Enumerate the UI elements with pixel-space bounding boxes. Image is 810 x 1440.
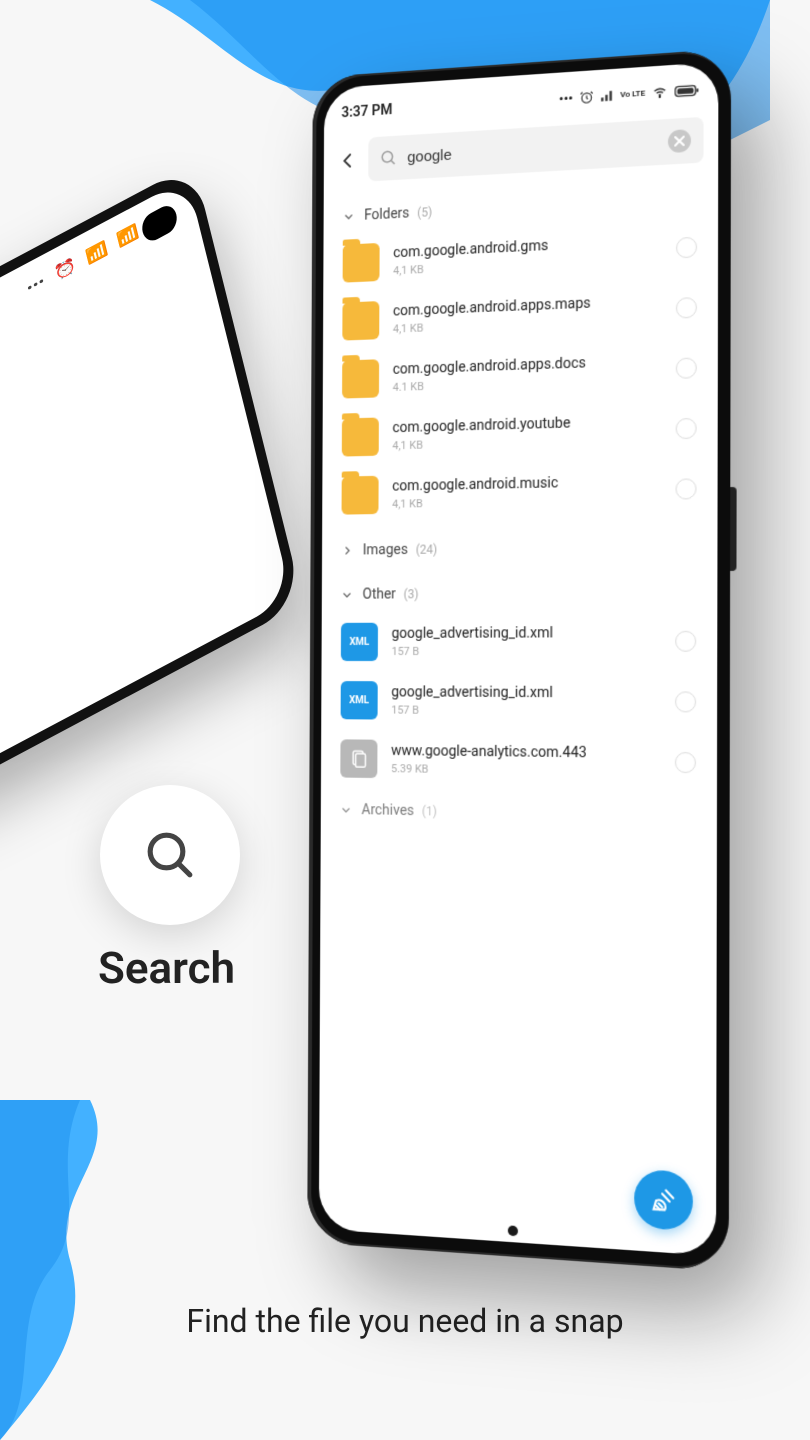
select-radio[interactable] bbox=[676, 237, 697, 259]
section-label: Folders bbox=[364, 205, 409, 223]
xml-icon: XML bbox=[341, 681, 378, 719]
promo-tagline: Find the file you need in a snap bbox=[0, 1302, 810, 1340]
item-name: com.google.android.music bbox=[392, 473, 661, 495]
document-icon bbox=[340, 739, 377, 778]
primary-phone-mockup: 3:37 PM ••• Vo LTE bbox=[307, 48, 731, 1271]
chevron-left-icon bbox=[339, 151, 356, 170]
more-icon: ••• bbox=[559, 91, 573, 107]
status-time: 3:37 PM bbox=[341, 102, 392, 121]
section-count: (1) bbox=[422, 804, 437, 818]
select-radio[interactable] bbox=[675, 752, 696, 773]
item-size: 4,1 KB bbox=[392, 432, 661, 452]
section-header-archives[interactable]: Archives (1) bbox=[321, 787, 717, 835]
search-icon bbox=[380, 149, 398, 168]
folder-item[interactable]: com.google.android.music 4,1 KB bbox=[322, 458, 717, 525]
secondary-phone-mockup: •••⏰📶📶 Mi Drop bbox=[0, 163, 303, 857]
search-promo-label: Search bbox=[98, 942, 235, 994]
status-bar-secondary: •••⏰📶📶 bbox=[25, 223, 141, 298]
item-name: google_advertising_id.xml bbox=[392, 625, 661, 642]
chevron-right-icon bbox=[341, 545, 355, 557]
clear-search-button[interactable] bbox=[668, 129, 691, 153]
select-radio[interactable] bbox=[676, 357, 697, 379]
folder-icon bbox=[342, 359, 379, 398]
item-size: 157 B bbox=[392, 644, 661, 658]
xml-icon: XML bbox=[341, 623, 378, 661]
select-radio[interactable] bbox=[676, 297, 697, 319]
alarm-icon bbox=[579, 90, 593, 105]
select-radio[interactable] bbox=[676, 418, 697, 439]
signal-icon bbox=[600, 88, 614, 103]
power-button bbox=[730, 487, 737, 571]
front-camera bbox=[508, 1225, 518, 1236]
chevron-down-icon bbox=[340, 804, 354, 816]
folder-icon bbox=[342, 476, 379, 515]
section-count: (24) bbox=[416, 542, 438, 556]
folder-icon bbox=[342, 418, 379, 457]
close-icon bbox=[674, 136, 684, 147]
item-name: www.google-analytics.com.443 bbox=[391, 743, 660, 762]
decorative-wave-bottom bbox=[0, 1100, 200, 1440]
file-item[interactable]: www.google-analytics.com.443 5.39 KB bbox=[321, 729, 717, 793]
select-radio[interactable] bbox=[675, 691, 696, 712]
chevron-down-icon bbox=[343, 210, 357, 223]
section-header-images[interactable]: Images (24) bbox=[322, 519, 718, 569]
clean-fab[interactable] bbox=[634, 1169, 693, 1231]
broom-icon bbox=[649, 1184, 678, 1215]
search-icon bbox=[142, 827, 198, 883]
section-label: Archives bbox=[362, 802, 415, 819]
section-count: (3) bbox=[404, 587, 419, 601]
back-button[interactable] bbox=[337, 151, 358, 170]
file-item[interactable]: XML google_advertising_id.xml 157 B bbox=[321, 671, 717, 732]
section-count: (5) bbox=[417, 205, 432, 220]
camera-cutout bbox=[139, 201, 179, 245]
folder-icon bbox=[343, 243, 380, 283]
wifi-icon bbox=[651, 85, 668, 101]
status-icons: ••• Vo LTE bbox=[559, 82, 700, 107]
chevron-down-icon bbox=[341, 589, 355, 601]
folder-item[interactable]: com.google.android.youtube 4,1 KB bbox=[322, 397, 717, 467]
item-size: 4,1 KB bbox=[392, 493, 661, 511]
section-header-other[interactable]: Other (3) bbox=[322, 565, 718, 613]
section-label: Other bbox=[362, 586, 395, 602]
item-size: 5.39 KB bbox=[391, 762, 660, 779]
search-promo-circle bbox=[100, 785, 240, 925]
item-name: google_advertising_id.xml bbox=[391, 684, 660, 702]
section-label: Images bbox=[363, 542, 408, 559]
battery-icon bbox=[674, 84, 699, 98]
volte-label: Vo LTE bbox=[620, 90, 645, 99]
search-input[interactable] bbox=[407, 134, 657, 166]
folder-icon bbox=[342, 301, 379, 341]
select-radio[interactable] bbox=[676, 478, 697, 499]
select-radio[interactable] bbox=[675, 631, 696, 652]
item-size: 157 B bbox=[391, 703, 660, 718]
file-item[interactable]: XML google_advertising_id.xml 157 B bbox=[321, 611, 717, 672]
